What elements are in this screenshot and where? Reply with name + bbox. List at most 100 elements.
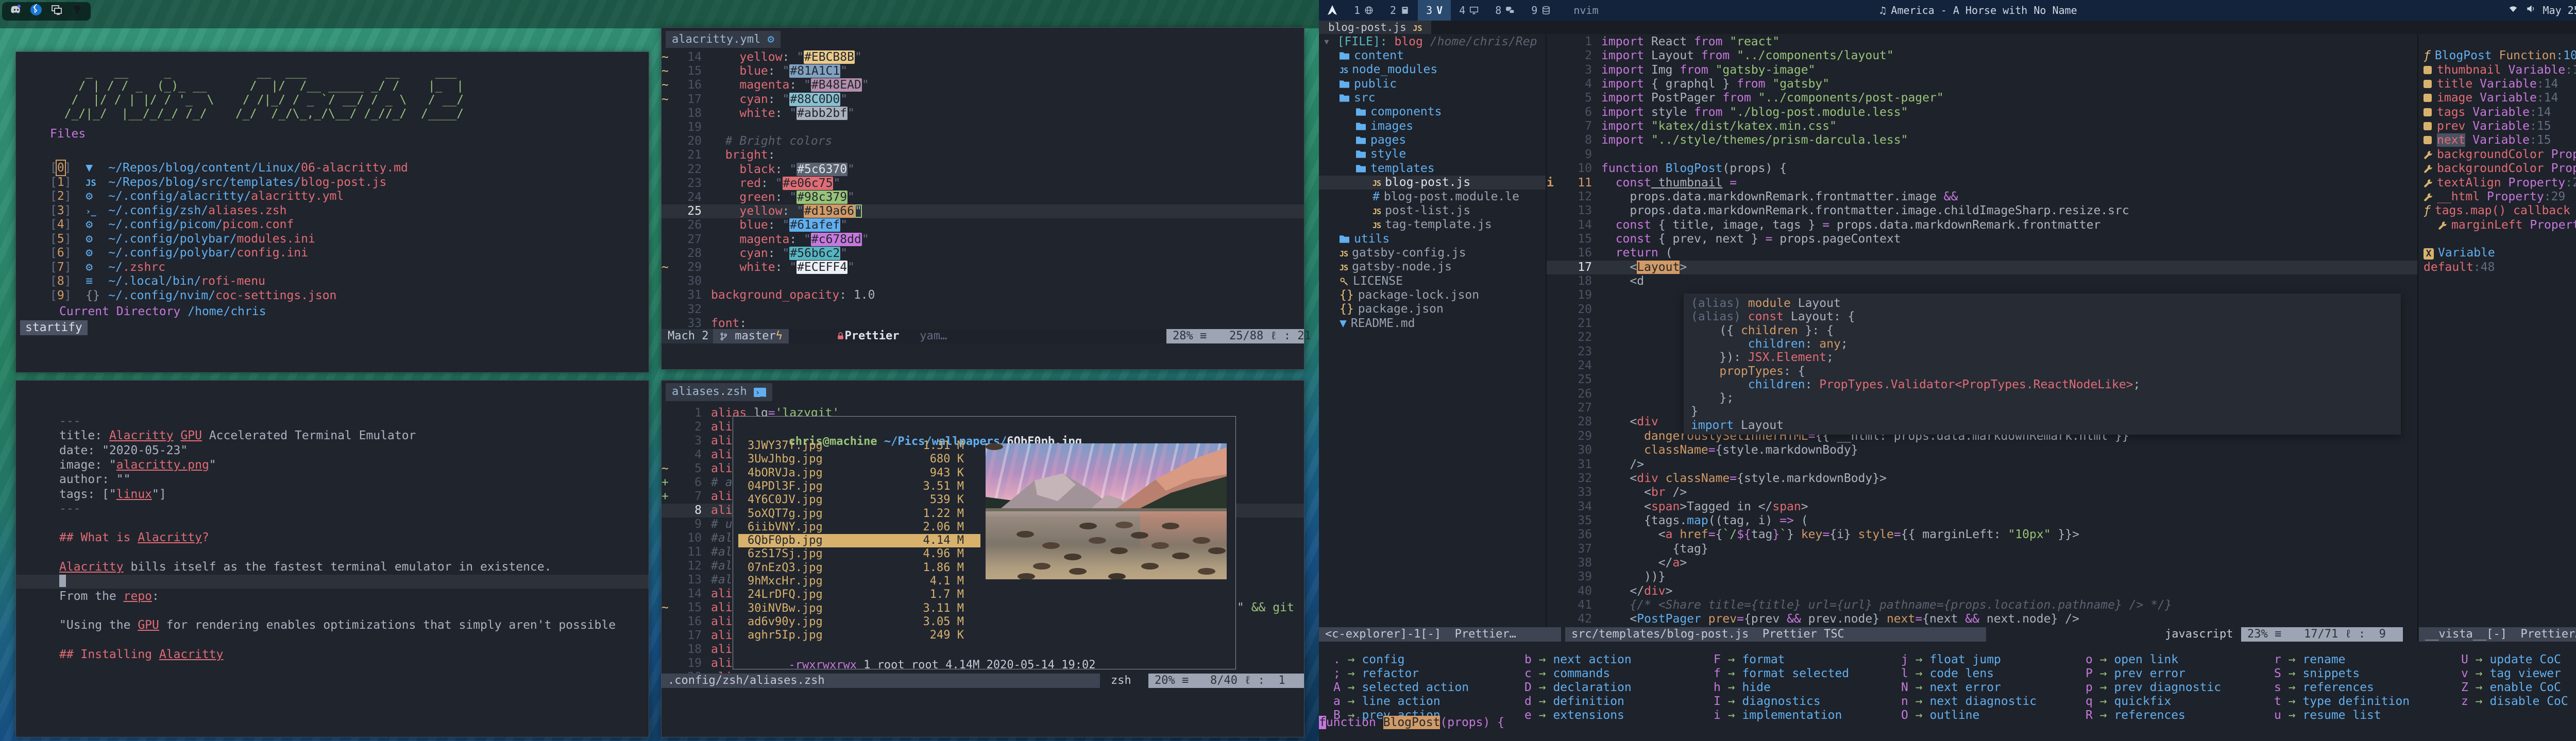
yml-line[interactable]: 22 black: "#5c6370": [662, 163, 1304, 177]
yml-line[interactable]: 25 yellow: "#d19a66": [662, 204, 1304, 218]
yml-line[interactable]: 30: [662, 274, 1304, 288]
yml-line[interactable]: 24 green: "#98c379": [662, 191, 1304, 204]
code-line[interactable]: 13 props.data.markdownRemark.frontmatter…: [1547, 204, 2417, 218]
yml-line[interactable]: 32: [662, 303, 1304, 317]
code-line[interactable]: 40 </div>: [1547, 584, 2417, 598]
yml-line[interactable]: 20 # Bright colors: [662, 134, 1304, 148]
tree-item-blog-post.js[interactable]: JSblog-post.js: [1319, 176, 1546, 189]
whichkey-item-U[interactable]: U → update CoC: [2461, 653, 2576, 667]
yml-line[interactable]: 26 blue: "#61afef": [662, 218, 1304, 232]
yml-line[interactable]: 31background_opacity: 1.0: [662, 288, 1304, 302]
vista-item[interactable]: prev Variable:15: [2424, 119, 2576, 133]
file-picker-item[interactable]: aghr5Ip.jpg249 K: [738, 629, 980, 642]
startify-entry[interactable]: [0] ▼~/Repos/blog/content/Linux/06-alacr…: [50, 161, 683, 175]
file-picker-item[interactable]: 5oXQT7g.jpg1.22 M: [738, 507, 980, 521]
code-line[interactable]: 6import style from "./blog-post.module.l…: [1547, 106, 2417, 119]
file-picker-item[interactable]: ad6v90y.jpg3.05 M: [738, 615, 980, 629]
vista-item[interactable]: next Variable:15: [2424, 133, 2576, 147]
startify-entry[interactable]: [6] ⚙~/.config/polybar/config.ini: [50, 246, 683, 260]
whichkey-item-o[interactable]: o → open link: [2086, 653, 2271, 667]
startify-entry[interactable]: [1] JS~/Repos/blog/src/templates/blog-po…: [50, 176, 683, 189]
tree-item-public[interactable]: public: [1340, 77, 1397, 91]
code-line[interactable]: 36 <a href={`/${tag}`} key={i} style={{ …: [1547, 528, 2417, 542]
file-picker-item[interactable]: 3JWY37f.jpg1.31 M: [738, 439, 980, 453]
file-picker-item[interactable]: 9hMxcHr.jpg4.1 M: [738, 575, 980, 588]
whichkey-item-z[interactable]: z → disable CoC: [2461, 695, 2576, 709]
yml-line[interactable]: ~29 white: "#ECEFF4": [662, 261, 1304, 274]
code-line[interactable]: 10function BlogPost(props) {: [1547, 162, 2417, 176]
file-picker-item[interactable]: 6zS17Sj.jpg4.96 M: [738, 547, 980, 561]
startify-entry[interactable]: [7] ⚙~/.zshrc: [50, 261, 683, 274]
tree-item-blog-post.module.le[interactable]: #blog-post.module.le: [1372, 190, 1519, 204]
code-line[interactable]: 3import Img from "gatsby-image": [1547, 63, 2417, 77]
tree-item-components[interactable]: components: [1356, 105, 1442, 119]
startify-entry[interactable]: [8] ≡~/.local/bin/rofi-menu: [50, 274, 683, 288]
code-line[interactable]: 8import "../style/themes/prism-darcula.l…: [1547, 133, 2417, 147]
file-picker-popup[interactable]: chris@machine ~/Pics/wallpapers/6QbF0pb.…: [733, 416, 1236, 669]
vista-item[interactable]: __html Property:29: [2424, 190, 2576, 204]
tree-item-post-list.js[interactable]: JSpost-list.js: [1372, 204, 1470, 218]
code-line[interactable]: 32 <div className={style.markdownBody}>: [1547, 472, 2417, 486]
file-picker-item[interactable]: 4Y6C0JV.jpg539 K: [738, 493, 980, 507]
tree-item-style[interactable]: style: [1356, 147, 1406, 161]
whichkey-item-q[interactable]: q → quickfix: [2086, 695, 2271, 709]
file-picker-item[interactable]: 07nEzQ3.jpg1.86 M: [738, 561, 980, 575]
file-picker-item[interactable]: 24LrDFQ.jpg1.7 M: [738, 588, 980, 601]
whichkey-item-d[interactable]: d → definition: [1524, 695, 1710, 709]
vista-item[interactable]: textAlign Property:25: [2424, 176, 2576, 190]
whichkey-item-h[interactable]: h → hide: [1714, 681, 1899, 695]
tree-item-LICENSE[interactable]: LICENSE: [1340, 274, 1403, 288]
code-line[interactable]: 2import Layout from "../components/layou…: [1547, 49, 2417, 63]
vista-item[interactable]: backgroundColor Property:: [2424, 148, 2576, 162]
whichkey-item-n[interactable]: n → next diagnostic: [1901, 695, 2087, 709]
yml-line[interactable]: ~15 blue: "#81A1C1": [662, 64, 1304, 78]
tree-item-package.json[interactable]: {}package.json: [1340, 302, 1444, 316]
whichkey-item-l[interactable]: l → code lens: [1901, 667, 2087, 681]
whichkey-item-t[interactable]: t → type definition: [2274, 695, 2460, 709]
tree-item-node_modules[interactable]: JSnode_modules: [1340, 63, 1437, 77]
music-module[interactable]: ♫ America - A Horse with No Name: [1319, 0, 2576, 21]
vista-item[interactable]: thumbnail Variable:11: [2424, 63, 2576, 77]
vista-item[interactable]: ƒtags.map() callback Functi: [2424, 204, 2576, 218]
whichkey-item-S[interactable]: S → snippets: [2274, 667, 2460, 681]
yml-line[interactable]: ~16 magenta: "#B48EAD": [662, 78, 1304, 92]
vista-item[interactable]: tags Variable:14: [2424, 106, 2576, 119]
yml-line[interactable]: 28 cyan: "#56b6c2": [662, 247, 1304, 261]
wifi-icon[interactable]: [2508, 4, 2518, 18]
code-line[interactable]: i11 const thumbnail =: [1547, 176, 2417, 190]
code-line[interactable]: 33 <br />: [1547, 486, 2417, 499]
yml-line[interactable]: 27 magenta: "#c678dd": [662, 233, 1304, 247]
code-line[interactable]: 4import { graphql } from "gatsby": [1547, 77, 2417, 91]
file-picker-item[interactable]: 6iibVNY.jpg2.06 M: [738, 521, 980, 534]
file-picker-item[interactable]: 6QbF0pb.jpg4.14 M: [738, 534, 980, 547]
tree-item-templates[interactable]: templates: [1356, 162, 1435, 176]
code-line[interactable]: 37 {tag}: [1547, 542, 2417, 556]
code-line[interactable]: 14 const { title, image, tags } = props.…: [1547, 218, 2417, 232]
volume-icon[interactable]: [2526, 4, 2536, 18]
tree-item-package-lock.json[interactable]: {}package-lock.json: [1340, 288, 1479, 302]
tree-item-README.md[interactable]: ▼README.md: [1340, 317, 1415, 331]
tree-item-content[interactable]: content: [1340, 49, 1404, 63]
file-picker-item[interactable]: 30iNVBw.jpg3.11 M: [738, 602, 980, 615]
whichkey-item-Z[interactable]: Z → enable CoC: [2461, 681, 2576, 695]
yml-line[interactable]: 21 bright:: [662, 148, 1304, 162]
tree-item-gatsby-node.js[interactable]: JSgatsby-node.js: [1340, 260, 1452, 274]
yml-line[interactable]: 19: [662, 120, 1304, 134]
startify-entry[interactable]: [5] ⚙~/.config/polybar/modules.ini: [50, 232, 683, 246]
vista-item[interactable]: marginLeft Property:36: [2438, 218, 2576, 232]
startify-entry[interactable]: [3] ›_~/.config/zsh/aliases.zsh: [50, 204, 683, 218]
tree-item-images[interactable]: images: [1356, 119, 1413, 133]
tree-item-tag-template.js[interactable]: JStag-template.js: [1372, 218, 1492, 232]
code-line[interactable]: 30 className={style.markdownBody}: [1547, 443, 2417, 457]
code-line[interactable]: 7import "katex/dist/katex.min.css": [1547, 119, 2417, 133]
code-line[interactable]: 1import React from "react": [1547, 35, 2417, 49]
tree-item-src[interactable]: src: [1340, 91, 1376, 105]
file-picker-item[interactable]: 04PDl3F.jpg3.51 M: [738, 480, 980, 493]
whichkey-item-a[interactable]: a → line action: [1333, 695, 1519, 709]
whichkey-item-s[interactable]: s → references: [2274, 681, 2460, 695]
whichkey-item-A[interactable]: A → selected action: [1333, 681, 1519, 695]
explorer-root[interactable]: ▾ [FILE]: blog /home/chris/Rep: [1323, 35, 1537, 49]
file-picker-item[interactable]: 3UwJhbg.jpg680 K: [738, 453, 980, 466]
bluetooth-icon[interactable]: [30, 4, 42, 20]
whichkey-item-D[interactable]: D → declaration: [1524, 681, 1710, 695]
